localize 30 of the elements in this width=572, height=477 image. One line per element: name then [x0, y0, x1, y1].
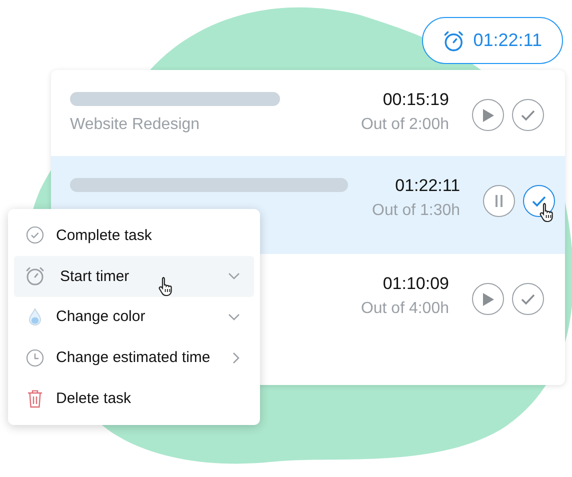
- estimate-text: Out of 2:00h: [360, 116, 449, 134]
- project-name: Website Redesign: [70, 116, 201, 134]
- check-circle-icon: [26, 226, 44, 244]
- menu-item[interactable]: Delete task: [14, 378, 254, 419]
- play-button[interactable]: [472, 99, 504, 131]
- pause-icon: [494, 195, 504, 207]
- play-icon: [482, 108, 494, 122]
- check-icon: [521, 110, 535, 120]
- clock-icon: [26, 348, 44, 367]
- elapsed-time: 01:10:09: [382, 274, 449, 294]
- elapsed-time: 00:15:19: [382, 90, 449, 110]
- stopwatch-icon: [25, 266, 45, 286]
- timer-badge[interactable]: 01:22:11: [422, 17, 563, 64]
- elapsed-time: 01:22:11: [395, 176, 460, 196]
- check-icon: [532, 196, 546, 206]
- estimate-text: Out of 1:30h: [372, 202, 460, 220]
- estimate-text: Out of 4:00h: [360, 300, 449, 318]
- check-icon: [521, 294, 535, 304]
- play-icon: [482, 292, 494, 306]
- trash-icon: [27, 389, 43, 408]
- drop-icon: [28, 308, 42, 326]
- pointer-icon: [158, 276, 174, 296]
- menu-item[interactable]: Start timer: [14, 256, 254, 297]
- pause-button[interactable]: [483, 185, 516, 217]
- stopwatch-icon: [443, 28, 464, 52]
- task-row[interactable]: Website Redesign 00:15:19 Out of 2:00h: [51, 70, 565, 156]
- pointer-icon: [539, 202, 556, 222]
- menu-item[interactable]: Change estimated time: [14, 337, 254, 378]
- menu-item[interactable]: Change color: [14, 296, 254, 338]
- play-button[interactable]: [472, 283, 504, 315]
